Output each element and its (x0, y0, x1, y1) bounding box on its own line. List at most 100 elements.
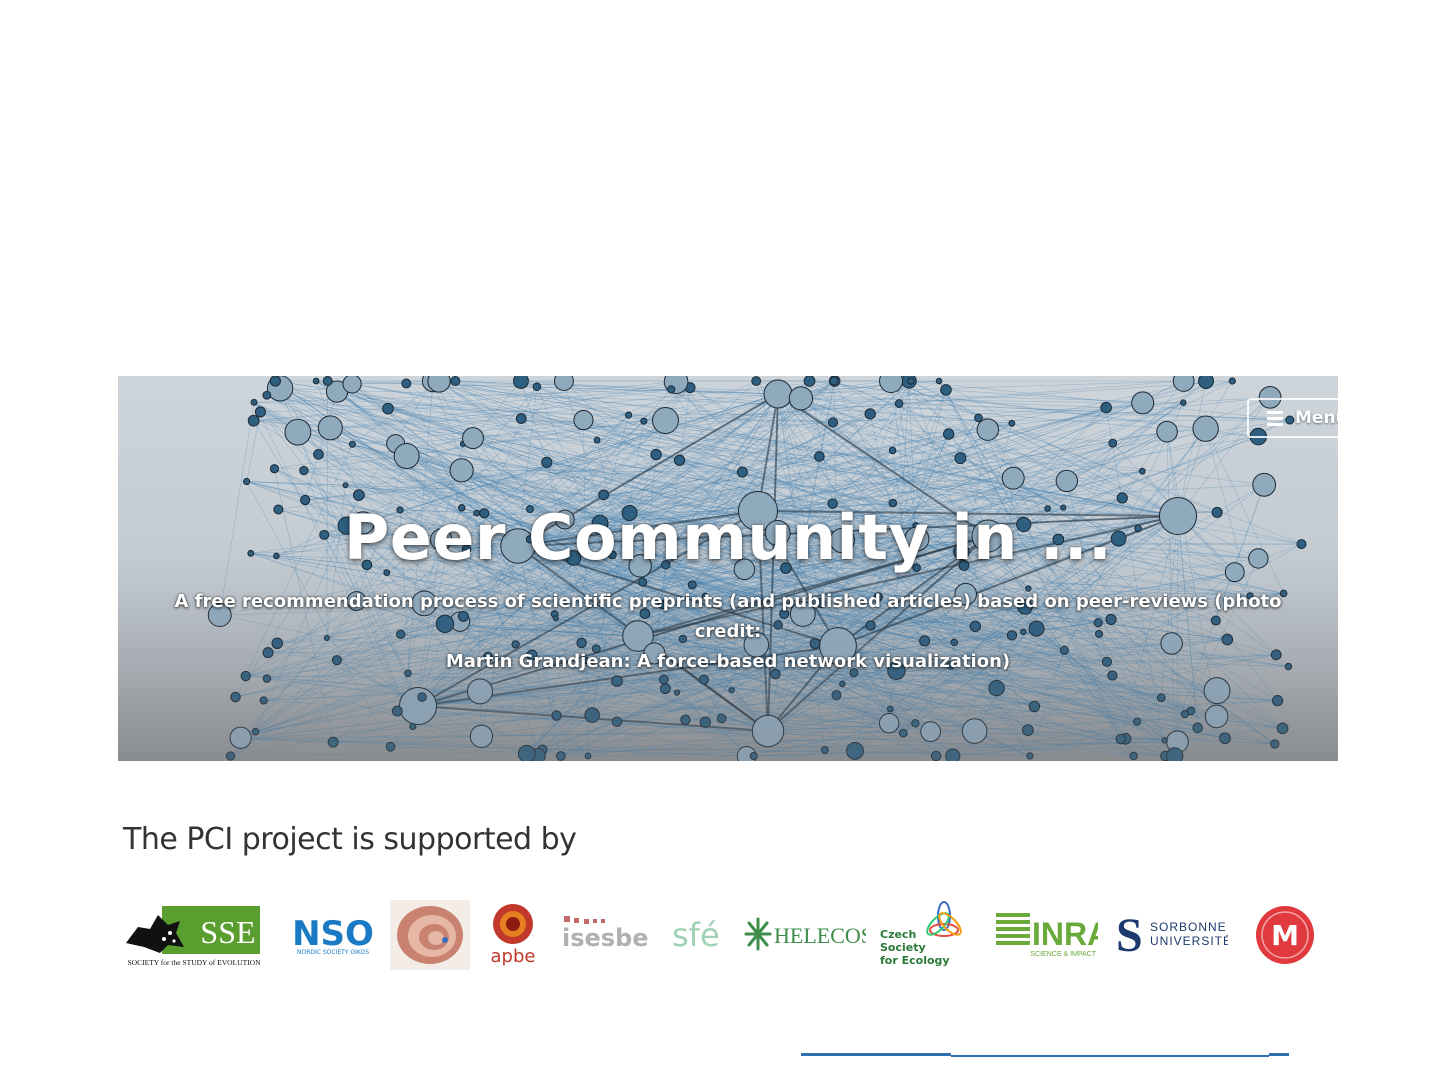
network-node (920, 721, 941, 743)
network-node (699, 716, 711, 728)
network-node (385, 741, 396, 752)
network-node (515, 413, 527, 424)
network-node (1008, 419, 1016, 427)
network-node (667, 385, 676, 394)
isesbe-text: isesbe (562, 924, 649, 952)
inra-text: INRA (1032, 916, 1098, 952)
network-node (342, 376, 362, 394)
hero-subtitle: A free recommendation process of scienti… (158, 587, 1298, 677)
network-node (1198, 376, 1214, 389)
network-node (551, 710, 562, 721)
sse-logo[interactable]: SSE SOCIETY for the STUDY of EVOLUTION (124, 903, 264, 967)
czech-line2: Society (880, 941, 926, 954)
network-node (584, 707, 600, 723)
network-node (1100, 401, 1112, 414)
network-node (935, 377, 943, 385)
czech-society-ecology-logo[interactable]: Czech Society for Ecology (878, 900, 970, 970)
hero-title: Peer Community in ... (343, 501, 1113, 574)
network-node (593, 436, 601, 444)
network-node (398, 686, 438, 726)
montpellier-logo[interactable]: M (1254, 905, 1316, 965)
network-node (401, 378, 412, 389)
apbe-logo[interactable]: apbe (486, 900, 540, 970)
network-node (751, 376, 762, 386)
network-node (382, 402, 394, 415)
isesbe-logo[interactable]: isesbe (560, 910, 656, 954)
network-node (673, 454, 686, 466)
helecos-text: HELECOS (774, 923, 866, 948)
network-node (1276, 722, 1289, 735)
hero-subtitle-line1: A free recommendation process of scienti… (174, 591, 1282, 642)
network-node (1115, 733, 1126, 745)
menu-button[interactable]: Menu (1247, 398, 1338, 438)
sse-text: SSE (200, 914, 255, 950)
hamburger-icon (1267, 410, 1283, 426)
network-node (1131, 391, 1155, 415)
nautilus-logo[interactable] (390, 900, 470, 970)
svg-text:S: S (1116, 909, 1143, 959)
network-node (886, 705, 894, 713)
network-node (269, 464, 280, 474)
network-node (673, 689, 681, 696)
network-node (907, 377, 915, 385)
network-node (1138, 467, 1146, 475)
network-node (541, 456, 553, 468)
network-node (269, 376, 282, 387)
network-node (624, 411, 633, 419)
network-node (1133, 717, 1142, 726)
network-node (820, 746, 829, 754)
network-node (943, 428, 955, 440)
network-node (254, 406, 266, 418)
network-node (449, 458, 474, 483)
nso-text: NSO (292, 914, 374, 954)
network-node (312, 377, 320, 385)
network-node (827, 417, 839, 428)
network-node (348, 440, 356, 448)
sfe-logo[interactable]: sfé (672, 910, 732, 954)
network-node (1161, 737, 1168, 744)
network-node (393, 443, 420, 470)
supporters-heading: The PCI project is supported by (123, 822, 577, 857)
sse-caption: SOCIETY for the STUDY of EVOLUTION (128, 958, 262, 967)
nso-logo[interactable]: NSO NORDIC SOCIETY OIKOS (288, 913, 378, 961)
network-node (736, 466, 748, 478)
network-node (327, 736, 339, 748)
network-node (1204, 704, 1229, 729)
network-node (751, 714, 785, 748)
helecos-logo[interactable]: HELECOS (744, 915, 873, 955)
network-node (517, 744, 536, 761)
network-node (894, 399, 904, 408)
network-node (1055, 469, 1079, 493)
network-node (1271, 695, 1284, 707)
sorbonne-logo[interactable]: S SORBONNE UNIVERSITÉ (1116, 909, 1231, 962)
network-node (652, 407, 679, 434)
network-node (313, 449, 324, 460)
network-node (225, 751, 236, 761)
footer-divider-left (801, 1053, 951, 1056)
network-node (391, 705, 403, 717)
network-node (831, 690, 842, 701)
network-node (417, 692, 427, 702)
network-node (976, 418, 1000, 441)
network-node (1166, 747, 1184, 761)
network-node (864, 408, 876, 420)
network-node (961, 718, 988, 744)
network-node (763, 379, 793, 409)
supporter-logos: SSE SOCIETY for the STUDY of EVOLUTION N… (120, 895, 1320, 975)
network-node (1228, 377, 1236, 385)
network-node (650, 448, 662, 461)
network-node (1129, 751, 1138, 761)
inra-logo[interactable]: INRA SCIENCE & IMPACT (994, 907, 1110, 959)
network-node (911, 719, 920, 728)
inra-caption: SCIENCE & IMPACT (1030, 951, 1096, 958)
network-node (1180, 399, 1187, 406)
network-node (513, 376, 529, 389)
network-node (1026, 752, 1034, 760)
network-node (1172, 376, 1195, 392)
network-node (788, 386, 814, 411)
network-node (898, 728, 908, 738)
network-node (462, 427, 484, 450)
network-node (317, 415, 343, 441)
network-node (251, 727, 260, 736)
network-node (1108, 438, 1118, 448)
